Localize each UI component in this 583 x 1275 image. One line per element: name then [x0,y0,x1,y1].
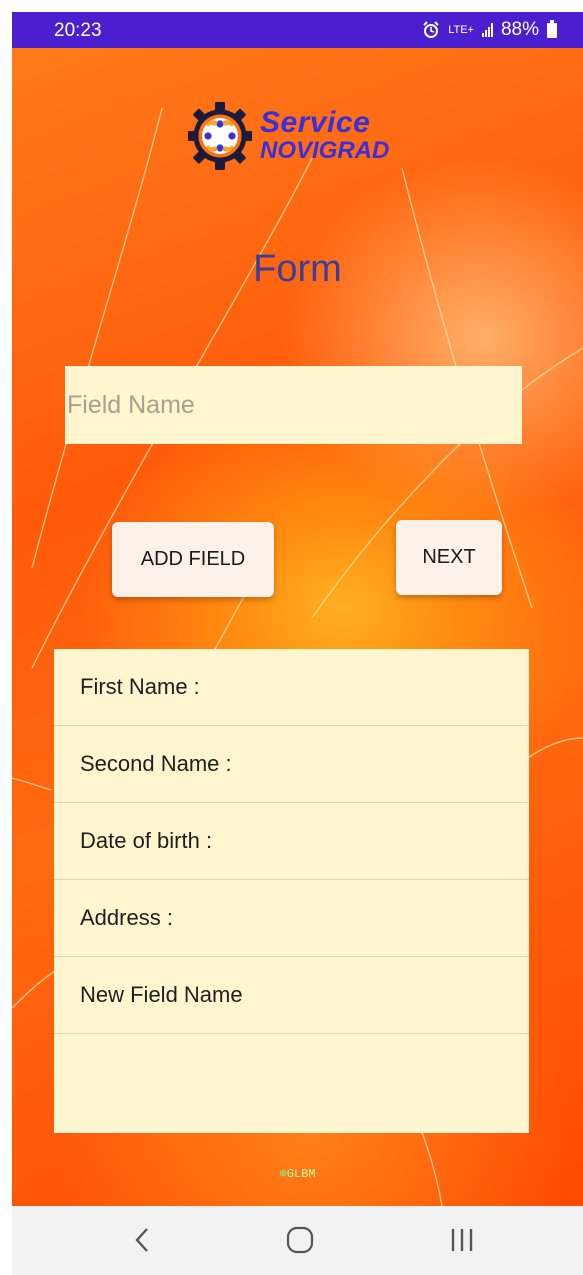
list-item[interactable]: Date of birth : [54,803,529,880]
add-field-button[interactable]: ADD FIELD [112,522,274,597]
navigation-bar [12,1206,583,1275]
app-background: Service NOVIGRAD Form ADD FIELD NEXT Fir… [12,48,583,1206]
phone-screen: 20:23 LTE+ 88% Service NOVIGRAD Form Fie… [12,12,583,1275]
status-bar: 20:23 LTE+ 88% [12,12,583,48]
field-name-input[interactable] [65,366,522,444]
alarm-icon [423,21,439,38]
list-item[interactable]: New Field Name [54,957,529,1034]
battery-icon [547,19,557,38]
signal-icon [481,23,493,37]
page-title: Form [253,248,342,290]
battery-level: 88% [500,19,539,40]
logo-text: Service NOVIGRAD [260,105,390,164]
watermark-icon: ⊕ [279,1167,287,1181]
service-novigrad-logo: Service NOVIGRAD [184,96,389,174]
list-item[interactable]: First Name : [54,649,529,726]
logo-gear-icon [188,102,252,170]
status-icons: LTE+ 88% [422,19,557,41]
list-item[interactable]: Second Name : [54,726,529,803]
list-item[interactable]: Address : [54,880,529,957]
home-circle-icon [286,1226,314,1254]
field-list: First Name : Second Name : Date of birth… [54,649,529,1133]
next-button[interactable]: NEXT [396,520,502,595]
watermark-text: GLBM [286,1167,316,1181]
watermark: ⊕GLBM [12,1166,583,1181]
network-type: LTE+ [448,24,474,36]
logo-line-service: Service [260,105,371,139]
recents-button[interactable] [432,1220,492,1260]
status-time: 20:23 [54,20,102,41]
home-button[interactable] [270,1220,330,1260]
chevron-left-icon [135,1228,148,1252]
recents-icon [451,1229,473,1251]
back-button[interactable] [112,1220,172,1260]
logo-line-novigrad: NOVIGRAD [260,136,390,164]
